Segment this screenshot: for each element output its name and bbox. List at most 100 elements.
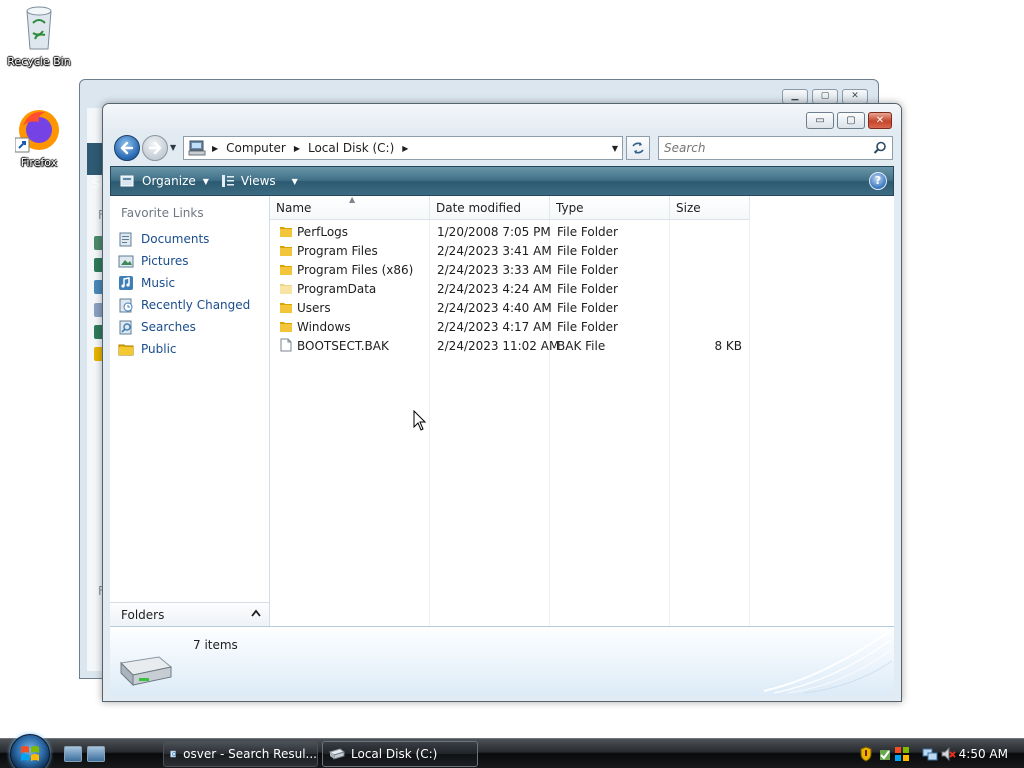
breadcrumb-separator-icon[interactable]: ▶ xyxy=(294,144,300,153)
favorite-links-heading: Favorite Links xyxy=(121,206,204,220)
breadcrumb-local-disk[interactable]: Local Disk (C:) xyxy=(308,141,394,155)
drive-icon xyxy=(329,748,345,760)
taskbar-button-local-disk[interactable]: Local Disk (C:) xyxy=(322,741,478,767)
column-header-size[interactable]: Size xyxy=(670,196,750,220)
switch-windows-icon[interactable] xyxy=(87,746,105,762)
local-disk-icon xyxy=(119,656,173,687)
address-bar[interactable]: ▶ Computer ▶ Local Disk (C:) ▶ ▼ xyxy=(183,136,623,160)
volume-muted-icon[interactable] xyxy=(940,746,956,762)
navigation-pane: Favorite Links Documents Pictures Music … xyxy=(110,196,270,626)
file-row[interactable]: Windows 2/24/2023 4:17 AM File Folder xyxy=(270,318,750,337)
details-pane: 7 items xyxy=(110,626,894,696)
back-button[interactable] xyxy=(114,135,140,161)
file-date: 2/24/2023 4:40 AM xyxy=(437,301,552,315)
title-bar[interactable] xyxy=(103,104,901,132)
file-list: Name ▲ Date modified Type Size PerfLogs … xyxy=(270,195,894,626)
file-name: Users xyxy=(297,301,331,315)
taskbar-button-search-results[interactable]: osver - Search Resul... xyxy=(163,741,318,767)
hidden-folder-icon xyxy=(280,284,292,294)
search-results-icon xyxy=(170,750,176,758)
bg-maximize-button[interactable]: ▢ xyxy=(812,89,838,104)
file-row[interactable]: PerfLogs 1/20/2008 7:05 PM File Folder xyxy=(270,223,750,242)
bg-minimize-button[interactable]: ▁ xyxy=(782,89,808,104)
nav-item-searches[interactable]: Searches xyxy=(118,317,196,337)
safely-remove-icon[interactable] xyxy=(878,746,892,762)
maximize-button[interactable]: ▢ xyxy=(837,112,865,129)
music-icon xyxy=(119,276,133,290)
desktop-icon-firefox[interactable]: Firefox xyxy=(1,106,77,169)
file-name: ProgramData xyxy=(297,282,377,296)
address-dropdown-icon[interactable]: ▼ xyxy=(612,144,618,153)
clock[interactable]: 4:50 AM xyxy=(959,747,1008,761)
computer-icon xyxy=(188,140,206,156)
mouse-cursor-icon xyxy=(413,410,427,431)
file-date: 1/20/2008 7:05 PM xyxy=(437,225,551,239)
file-type: File Folder xyxy=(557,244,618,258)
nav-item-music[interactable]: Music xyxy=(118,273,175,293)
file-row[interactable]: ProgramData 2/24/2023 4:24 AM File Folde… xyxy=(270,280,750,299)
file-type: File Folder xyxy=(557,320,618,334)
nav-item-label: Public xyxy=(141,342,177,356)
nav-item-pictures[interactable]: Pictures xyxy=(118,251,189,271)
folders-toggle[interactable]: Folders xyxy=(110,602,270,626)
close-button[interactable]: ✕ xyxy=(868,112,892,129)
file-row[interactable]: BOOTSECT.BAK 2/24/2023 11:02 AM BAK File… xyxy=(270,337,750,356)
show-desktop-icon[interactable] xyxy=(64,746,82,762)
bg-close-button[interactable]: ✕ xyxy=(842,89,868,104)
desktop-icon-label: Firefox xyxy=(20,156,58,169)
decorative-swoosh xyxy=(764,630,893,694)
folders-label: Folders xyxy=(121,608,165,622)
nav-item-public[interactable]: Public xyxy=(118,339,177,359)
start-button[interactable] xyxy=(10,734,50,768)
search-box[interactable] xyxy=(658,136,893,160)
minimize-icon: ▭ xyxy=(815,114,825,126)
search-input[interactable] xyxy=(664,141,864,155)
column-header-type[interactable]: Type xyxy=(550,196,670,220)
desktop-icon-label: Recycle Bin xyxy=(7,55,71,68)
folder-icon xyxy=(280,227,292,237)
file-row[interactable]: Program Files (x86) 2/24/2023 3:33 AM Fi… xyxy=(270,261,750,280)
file-name: Windows xyxy=(297,320,351,334)
nav-item-label: Pictures xyxy=(141,254,189,268)
breadcrumb-separator-icon[interactable]: ▶ xyxy=(402,144,408,153)
security-shield-icon[interactable] xyxy=(860,746,872,762)
searches-icon xyxy=(119,320,132,335)
views-label: Views xyxy=(240,174,276,188)
nav-item-recently-changed[interactable]: Recently Changed xyxy=(118,295,250,315)
minimize-button[interactable]: ▭ xyxy=(806,112,834,129)
column-header-date-modified[interactable]: Date modified xyxy=(430,196,550,220)
organize-label: Organize xyxy=(142,174,196,188)
nav-item-documents[interactable]: Documents xyxy=(118,229,209,249)
file-name: PerfLogs xyxy=(297,225,349,239)
chevron-down-icon: ▼ xyxy=(291,176,298,186)
column-header-name[interactable]: Name ▲ xyxy=(270,195,430,220)
firefox-icon xyxy=(15,110,59,153)
breadcrumb-separator-icon[interactable]: ▶ xyxy=(212,144,218,153)
forward-arrow-icon xyxy=(148,141,162,155)
public-folder-icon xyxy=(118,344,134,356)
network-icon[interactable] xyxy=(922,746,938,762)
organize-icon xyxy=(120,175,134,187)
file-date: 2/24/2023 4:17 AM xyxy=(437,320,552,334)
views-button[interactable]: Views ▼ xyxy=(215,169,304,193)
recent-pages-dropdown[interactable]: ▼ xyxy=(170,143,176,152)
nav-item-label: Searches xyxy=(141,320,196,334)
forward-button[interactable] xyxy=(142,135,168,161)
close-icon: ✕ xyxy=(875,114,885,126)
organize-button[interactable]: Organize ▼ xyxy=(114,169,215,193)
file-name: Program Files (x86) xyxy=(297,263,414,277)
taskbar-button-label: osver - Search Resul... xyxy=(183,747,317,761)
desktop-icon-recycle-bin[interactable]: Recycle Bin xyxy=(1,3,77,68)
file-type: File Folder xyxy=(557,301,618,315)
search-icon[interactable] xyxy=(873,141,887,155)
help-button[interactable]: ? xyxy=(869,172,887,190)
file-date: 2/24/2023 11:02 AM xyxy=(437,339,560,353)
column-header-label: Date modified xyxy=(436,201,522,215)
file-row[interactable]: Users 2/24/2023 4:40 AM File Folder xyxy=(270,299,750,318)
refresh-button[interactable] xyxy=(626,136,650,160)
taskbar-button-label: Local Disk (C:) xyxy=(351,747,438,761)
file-row[interactable]: Program Files 2/24/2023 3:41 AM File Fol… xyxy=(270,242,750,261)
windows-update-icon[interactable] xyxy=(894,746,910,762)
breadcrumb-computer[interactable]: Computer xyxy=(226,141,286,155)
file-type: File Folder xyxy=(557,225,618,239)
